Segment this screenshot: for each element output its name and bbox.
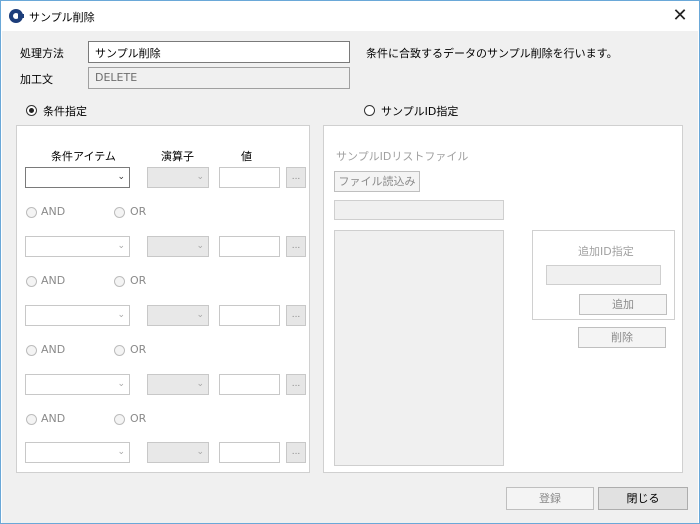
- chevron-down-icon: ⌄: [117, 379, 125, 389]
- and-label-1: AND: [41, 205, 66, 218]
- value-picker-button-5: ...: [286, 442, 306, 463]
- chevron-down-icon: ⌄: [117, 241, 125, 251]
- chevron-down-icon: ⌄: [117, 172, 125, 182]
- value-field-2: [219, 236, 280, 257]
- dialog-window: サンプル削除 ✕ 処理方法 サンプル削除 条件に合致するデータのサンプル削除を行…: [0, 0, 700, 524]
- chevron-down-icon: ⌄: [196, 310, 204, 320]
- sample-id-list: [334, 230, 504, 466]
- operator-select-1: ⌄: [147, 167, 209, 188]
- sample-id-mode-radio[interactable]: [364, 105, 375, 116]
- chevron-down-icon: ⌄: [196, 447, 204, 457]
- dialog-body: 処理方法 サンプル削除 条件に合致するデータのサンプル削除を行います。 加工文 …: [2, 31, 698, 523]
- condition-item-select-2: ⌄: [25, 236, 130, 257]
- chevron-down-icon: ⌄: [196, 241, 204, 251]
- chevron-down-icon: ⌄: [117, 447, 125, 457]
- condition-mode-label: 条件指定: [43, 105, 87, 118]
- value-field-5: [219, 442, 280, 463]
- add-id-field: [546, 265, 661, 285]
- value-header: 値: [241, 150, 252, 163]
- add-button: 追加: [579, 294, 667, 315]
- title-bar: サンプル削除 ✕: [1, 1, 699, 31]
- value-picker-button-1: ...: [286, 167, 306, 188]
- chevron-down-icon: ⌄: [196, 379, 204, 389]
- or-label-2: OR: [130, 274, 147, 287]
- condition-item-select-1[interactable]: ⌄: [25, 167, 130, 188]
- or-radio-1: [114, 207, 125, 218]
- method-field[interactable]: サンプル削除: [88, 41, 350, 63]
- list-file-label: サンプルIDリストファイル: [336, 150, 469, 163]
- and-radio-1: [26, 207, 37, 218]
- and-radio-2: [26, 276, 37, 287]
- app-logo-icon: [9, 9, 24, 23]
- value-field-3: [219, 305, 280, 326]
- value-picker-button-4: ...: [286, 374, 306, 395]
- and-label-2: AND: [41, 274, 66, 287]
- operator-select-2: ⌄: [147, 236, 209, 257]
- condition-item-select-3: ⌄: [25, 305, 130, 326]
- and-label-3: AND: [41, 343, 66, 356]
- add-id-label: 追加ID指定: [578, 245, 634, 258]
- condition-panel: 条件アイテム 演算子 値 ⌄ ⌄ ... AND OR ⌄ ⌄ ... AND …: [16, 125, 310, 473]
- register-button: 登録: [506, 487, 594, 510]
- operator-header: 演算子: [161, 150, 194, 163]
- close-button[interactable]: 閉じる: [598, 487, 688, 510]
- value-picker-button-3: ...: [286, 305, 306, 326]
- chevron-down-icon: ⌄: [196, 172, 204, 182]
- or-radio-4: [114, 414, 125, 425]
- sentence-label: 加工文: [20, 73, 53, 86]
- condition-mode-radio[interactable]: [26, 105, 37, 116]
- and-label-4: AND: [41, 412, 66, 425]
- add-id-box: 追加ID指定 追加: [532, 230, 675, 320]
- list-file-path-field: [334, 200, 504, 220]
- and-radio-3: [26, 345, 37, 356]
- operator-select-3: ⌄: [147, 305, 209, 326]
- value-field-4: [219, 374, 280, 395]
- or-radio-3: [114, 345, 125, 356]
- window-title: サンプル削除: [29, 11, 95, 24]
- read-file-button: ファイル読込み: [334, 171, 420, 192]
- delete-button: 削除: [578, 327, 666, 348]
- or-radio-2: [114, 276, 125, 287]
- sample-id-panel: サンプルIDリストファイル ファイル読込み 追加ID指定 追加 削除: [323, 125, 683, 473]
- chevron-down-icon: ⌄: [117, 310, 125, 320]
- sentence-field: DELETE: [88, 67, 350, 89]
- value-picker-button-2: ...: [286, 236, 306, 257]
- condition-item-select-4: ⌄: [25, 374, 130, 395]
- close-icon[interactable]: ✕: [667, 4, 693, 28]
- method-description: 条件に合致するデータのサンプル削除を行います。: [366, 47, 618, 60]
- operator-select-4: ⌄: [147, 374, 209, 395]
- sample-id-mode-label: サンプルID指定: [381, 105, 459, 118]
- or-label-3: OR: [130, 343, 147, 356]
- and-radio-4: [26, 414, 37, 425]
- or-label-1: OR: [130, 205, 147, 218]
- or-label-4: OR: [130, 412, 147, 425]
- operator-select-5: ⌄: [147, 442, 209, 463]
- value-field-1: [219, 167, 280, 188]
- method-label: 処理方法: [20, 47, 64, 60]
- condition-item-select-5: ⌄: [25, 442, 130, 463]
- condition-item-header: 条件アイテム: [51, 150, 116, 163]
